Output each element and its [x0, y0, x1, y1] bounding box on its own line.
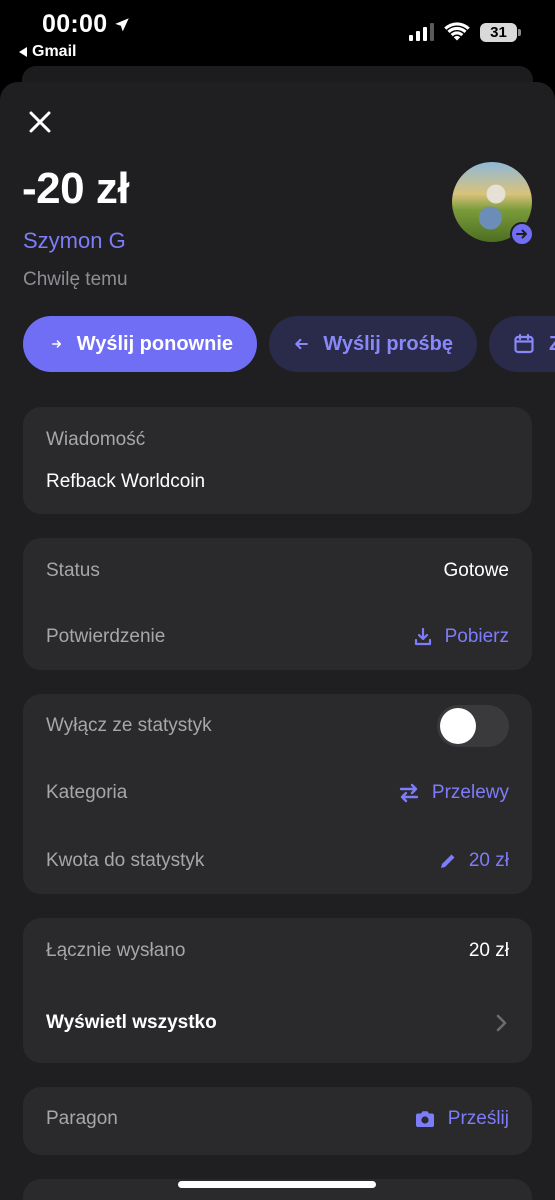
- calendar-icon: [514, 333, 534, 354]
- home-indicator: [178, 1181, 376, 1188]
- cellular-signal-icon: [409, 23, 434, 41]
- status-value: Gotowe: [443, 560, 509, 581]
- upload-label: Prześlij: [447, 1108, 509, 1129]
- category-value: Przelewy: [431, 782, 509, 803]
- status-time: 00:00: [42, 10, 131, 39]
- confirmation-label: Potwierdzenie: [46, 626, 166, 647]
- view-all-label: Wyświetl wszystko: [46, 1012, 217, 1033]
- pencil-icon: [440, 854, 455, 868]
- message-text-row: Refback Worldcoin: [46, 471, 509, 493]
- arrow-left-icon: [295, 338, 308, 350]
- contact-name-link[interactable]: Szymon G: [23, 228, 126, 254]
- download-icon: [414, 627, 431, 646]
- total-sent-card: Łącznie wysłano 20 zł Wyświetl wszystko: [23, 918, 532, 1063]
- close-icon: [29, 111, 51, 133]
- arrow-right-icon: [516, 229, 527, 239]
- schedule-button[interactable]: Z: [489, 316, 555, 372]
- schedule-label: Z: [549, 333, 555, 356]
- action-buttons-row: Wyślij ponownie Wyślij prośbę Z: [23, 316, 555, 372]
- close-button[interactable]: [24, 106, 56, 138]
- category-row: Kategoria Przelewy: [46, 782, 509, 804]
- exclude-stats-toggle[interactable]: [437, 705, 509, 747]
- message-text: Refback Worldcoin: [46, 471, 206, 492]
- total-sent-row: Łącznie wysłano 20 zł: [46, 940, 509, 962]
- receipt-row: Paragon Prześlij: [46, 1108, 509, 1130]
- status-bar: 00:00 Gmail 31: [0, 0, 555, 70]
- statistics-card: Wyłącz ze statystyk Kategoria Przelewy K…: [23, 694, 532, 894]
- message-card: Wiadomość Refback Worldcoin: [23, 407, 532, 514]
- back-app-label: Gmail: [32, 43, 77, 60]
- status-card: Status Gotowe Potwierdzenie Pobierz: [23, 538, 532, 670]
- resend-button[interactable]: Wyślij ponownie: [23, 316, 257, 372]
- transaction-details-sheet: -20 zł Szymon G Chwilę temu Wyślij ponow…: [0, 82, 555, 1200]
- send-request-label: Wyślij prośbę: [323, 332, 453, 355]
- transfer-arrows-icon: [399, 783, 419, 803]
- stats-amount-row: Kwota do statystyk 20 zł: [46, 850, 509, 872]
- transaction-time: Chwilę temu: [23, 269, 128, 290]
- battery-level: 31: [490, 23, 507, 41]
- edit-stats-amount-button[interactable]: 20 zł: [439, 850, 509, 872]
- status-indicators: 31: [409, 22, 521, 42]
- chevron-right-icon: [496, 1014, 507, 1032]
- battery-icon: 31: [480, 22, 521, 42]
- stats-amount-label: Kwota do statystyk: [46, 850, 205, 871]
- location-arrow-icon: [115, 17, 130, 31]
- arrow-right-icon: [51, 340, 62, 348]
- transaction-amount: -20 zł: [22, 164, 130, 213]
- message-label: Wiadomość: [46, 429, 146, 450]
- exclude-stats-row: Wyłącz ze statystyk: [46, 705, 509, 747]
- confirmation-row: Potwierdzenie Pobierz: [46, 626, 509, 648]
- send-request-button[interactable]: Wyślij prośbę: [269, 316, 477, 372]
- status-label: Status: [46, 560, 100, 581]
- category-label: Kategoria: [46, 782, 128, 803]
- avatar-arrow-badge[interactable]: [510, 222, 534, 246]
- total-sent-label: Łącznie wysłano: [46, 940, 186, 961]
- status-time-text: 00:00: [42, 10, 108, 38]
- download-button[interactable]: Pobierz: [413, 626, 509, 648]
- wifi-icon: [444, 22, 470, 41]
- camera-icon: [415, 1111, 434, 1127]
- status-row: Status Gotowe: [46, 560, 509, 582]
- category-button[interactable]: Przelewy: [398, 782, 509, 804]
- back-triangle-icon: [19, 47, 27, 57]
- total-sent-value: 20 zł: [468, 940, 509, 961]
- message-label-row: Wiadomość: [46, 429, 509, 451]
- exclude-stats-label: Wyłącz ze statystyk: [46, 715, 212, 736]
- stats-amount-value: 20 zł: [468, 850, 509, 871]
- upload-receipt-button[interactable]: Prześlij: [414, 1108, 509, 1130]
- view-all-row[interactable]: Wyświetl wszystko: [46, 1012, 509, 1034]
- resend-label: Wyślij ponownie: [76, 332, 233, 355]
- download-label: Pobierz: [444, 626, 509, 647]
- back-to-app-link[interactable]: Gmail: [18, 43, 76, 61]
- receipt-label: Paragon: [46, 1108, 118, 1129]
- receipt-card: Paragon Prześlij: [23, 1087, 532, 1155]
